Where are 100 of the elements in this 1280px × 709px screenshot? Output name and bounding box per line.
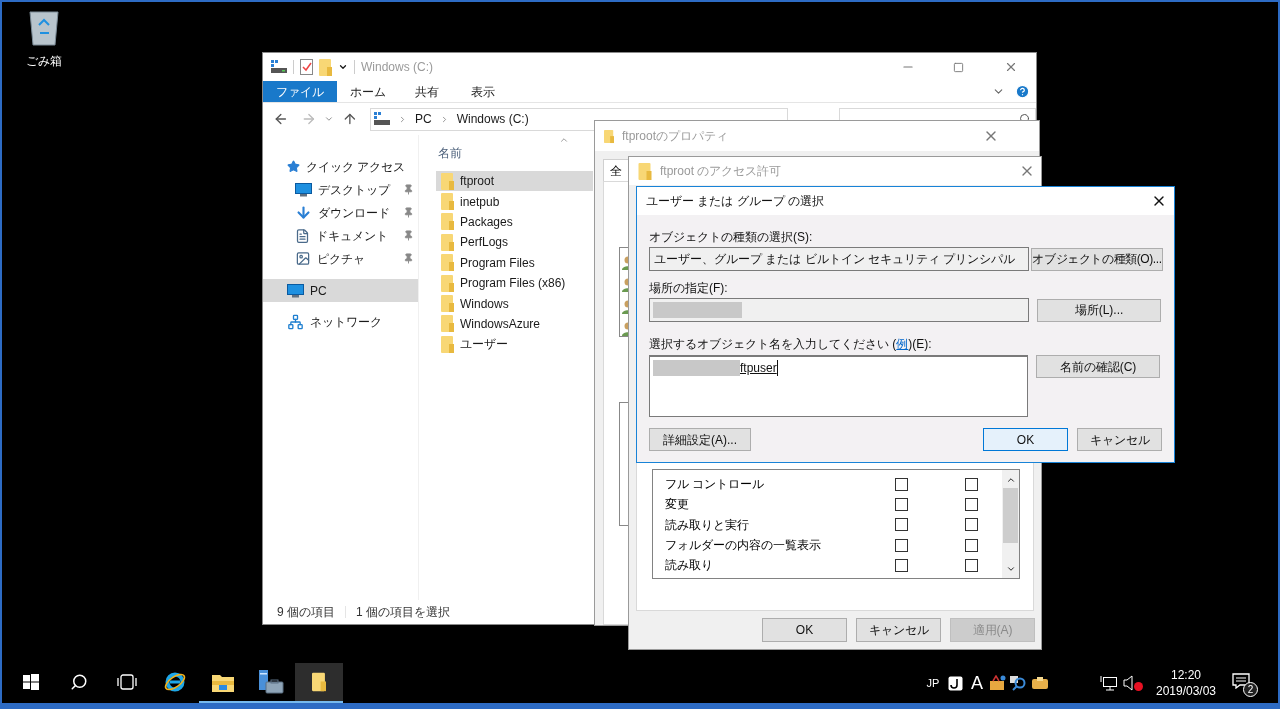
file-row[interactable]: Windows <box>436 293 593 314</box>
status-text: 9 個の項目 <box>277 604 335 621</box>
allow-checkbox[interactable] <box>895 538 908 552</box>
toolbox-icon[interactable] <box>989 675 1006 691</box>
nav-item[interactable]: デスクトップ <box>263 178 418 201</box>
taskbar-button[interactable] <box>295 663 343 703</box>
folder-icon <box>441 254 454 272</box>
dialog-button[interactable]: キャンセル <box>1077 428 1162 451</box>
download-arrow-icon <box>295 204 312 221</box>
file-row[interactable]: Program Files <box>436 252 593 273</box>
folder-icon <box>441 213 454 231</box>
ribbon-tab[interactable]: ホーム <box>337 81 399 102</box>
chevron-right-icon <box>398 114 407 124</box>
nav-item[interactable]: PC <box>263 279 418 302</box>
notification-count: 2 <box>1243 682 1258 697</box>
file-row[interactable]: ユーザー <box>436 334 593 355</box>
allow-checkbox[interactable] <box>895 477 908 491</box>
nav-item[interactable]: ネットワーク <box>263 310 418 333</box>
folder-icon <box>441 335 454 353</box>
folder-icon <box>604 128 614 144</box>
object-names-field[interactable]: ftpuser <box>649 355 1028 417</box>
field-label: オブジェクトの種類の選択(S): <box>649 229 813 245</box>
allow-checkbox[interactable] <box>895 558 908 572</box>
speaker-icon[interactable] <box>1123 675 1143 691</box>
desktop-icon[interactable]: ごみ箱 <box>16 8 72 70</box>
field-label: 選択するオブジェクト名を入力してください (例)(E): <box>649 336 932 352</box>
nav-item[interactable]: ドキュメント <box>263 224 418 247</box>
example-link[interactable]: 例 <box>896 337 909 351</box>
nav-item[interactable]: ダウンロード <box>263 201 418 224</box>
file-row[interactable]: ftproot <box>436 171 593 192</box>
drive-icon <box>271 60 287 74</box>
dropdown-icon[interactable] <box>338 62 348 72</box>
dialog-button[interactable]: OK <box>762 618 847 642</box>
scroll-up-icon[interactable] <box>1005 475 1016 485</box>
permission-name: フル コントロール <box>665 476 766 494</box>
nav-item[interactable]: ピクチャ <box>263 247 418 270</box>
folder-icon <box>441 274 454 292</box>
star-icon <box>287 160 300 173</box>
ime-pad-icon[interactable] <box>948 675 963 691</box>
breadcrumb-item[interactable]: PC <box>415 110 432 128</box>
field-label: 場所の指定(F): <box>649 280 728 296</box>
magnifier-icon[interactable] <box>1010 675 1027 691</box>
folder-icon <box>441 172 454 190</box>
permission-name: 読み取り <box>665 557 714 575</box>
object-type-field: ユーザー、グループ または ビルトイン セキュリティ プリンシパル <box>649 247 1029 271</box>
allow-checkbox[interactable] <box>895 518 908 532</box>
folder-icon <box>441 193 454 211</box>
scroll-down-icon[interactable] <box>1005 564 1016 574</box>
picture-icon <box>295 251 311 266</box>
object-types-button[interactable]: オブジェクトの種類(O)... <box>1031 247 1163 271</box>
file-row[interactable]: inetpub <box>436 191 593 212</box>
deny-checkbox[interactable] <box>965 477 978 491</box>
ime-mode: A <box>970 674 984 692</box>
windows-logo-icon <box>23 674 39 690</box>
browser-icon <box>163 670 187 694</box>
folder-icon <box>319 58 332 76</box>
deny-checkbox[interactable] <box>965 518 978 532</box>
ribbon-tab[interactable]: ファイル <box>263 81 337 102</box>
file-explorer-icon <box>212 672 234 692</box>
maximize-icon[interactable] <box>953 61 964 73</box>
file-row[interactable]: Program Files (x86) <box>436 272 593 294</box>
up-icon[interactable] <box>342 111 358 127</box>
network-icon <box>287 313 304 330</box>
status-text: 1 個の項目を選択 <box>356 604 451 621</box>
ribbon-tab[interactable]: 表示 <box>455 81 511 102</box>
breadcrumb-item[interactable]: Windows (C:) <box>456 110 529 128</box>
nav-item[interactable]: クイック アクセス <box>263 155 418 178</box>
package-icon[interactable] <box>1031 676 1049 690</box>
deny-checkbox[interactable] <box>965 497 978 511</box>
network-monitor-icon[interactable] <box>1100 675 1117 691</box>
clock-date[interactable]: 2019/03/03 <box>1155 683 1217 699</box>
check-names-button[interactable]: 名前の確認(C) <box>1036 355 1160 378</box>
file-row[interactable]: PerfLogs <box>436 232 593 253</box>
ime-language: JP <box>925 675 941 691</box>
back-icon[interactable] <box>273 111 289 127</box>
file-row[interactable]: WindowsAzure <box>436 313 593 335</box>
folder-icon <box>441 295 454 313</box>
window-title: Windows (C:) <box>361 59 433 76</box>
deny-checkbox[interactable] <box>965 558 978 572</box>
dialog-button[interactable]: OK <box>983 428 1068 451</box>
scrollbar-thumb[interactable] <box>1003 488 1018 543</box>
dialog-button[interactable]: 詳細設定(A)... <box>649 428 751 451</box>
column-header[interactable]: 名前 <box>436 135 462 171</box>
window-title: ftproot のアクセス許可 <box>660 163 783 180</box>
sort-caret-icon <box>559 135 569 145</box>
deny-checkbox[interactable] <box>965 538 978 552</box>
file-row[interactable]: Packages <box>436 211 593 233</box>
desktop-icon <box>295 182 312 197</box>
window-title: ftprootのプロパティ <box>622 128 730 145</box>
folder-icon <box>638 162 652 180</box>
clock-time[interactable]: 12:20 <box>1171 667 1201 683</box>
allow-checkbox[interactable] <box>895 497 908 511</box>
help-icon[interactable] <box>1015 84 1030 99</box>
dialog-button[interactable]: キャンセル <box>856 618 941 642</box>
folder-icon <box>441 315 454 333</box>
ribbon-tab[interactable]: 共有 <box>399 81 455 102</box>
checklist-icon[interactable] <box>300 59 313 75</box>
dialog-title: ユーザー または グループ の選択 <box>646 193 825 210</box>
folder-icon <box>312 672 326 692</box>
locations-button[interactable]: 場所(L)... <box>1037 298 1161 322</box>
